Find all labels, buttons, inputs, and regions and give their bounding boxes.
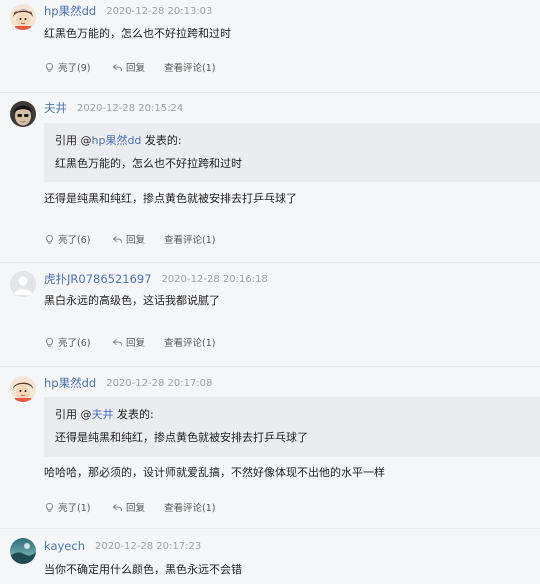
avatar-cartoon-icon [10,376,36,402]
like-count-label: 亮了(6) [58,235,91,246]
avatar[interactable] [10,376,36,402]
quote-text: 还得是纯黑和纯红，掺点黄色就被安排去打乒乓球了 [55,431,308,444]
view-comments-link[interactable]: 查看评论(1) [164,60,215,74]
reply-button[interactable]: 回复 [112,335,164,349]
view-comments-link[interactable]: 查看评论(1) [164,500,215,514]
avatar[interactable] [10,538,36,564]
reply-button[interactable]: 回复 [112,60,164,74]
comment-meta: hp果然dd 2020-12-28 20:13:03 [44,3,212,19]
comment-text: 红黑色万能的，怎么也不好拉跨和过时 [44,27,231,40]
avatar-photo-icon [10,101,36,127]
quote-suffix: 发表的: [141,134,182,147]
quote-block: 引用 @hp果然dd 发表的: 红黑色万能的，怎么也不好拉跨和过时 [44,123,540,182]
author-name[interactable]: 虎扑JR0786521697 [44,271,152,287]
comment-item: kayech 2020-12-28 20:17:23 当你不确定用什么颜色，黑色… [0,529,540,584]
author-name[interactable]: hp果然dd [44,3,96,19]
quote-user-link[interactable]: hp果然dd [92,134,142,147]
comment-item: hp果然dd 2020-12-28 20:13:03 红黑色万能的，怎么也不好拉… [0,0,540,93]
comment-meta: hp果然dd 2020-12-28 20:17:08 [44,375,212,391]
reply-button[interactable]: 回复 [112,232,164,246]
reply-arrow-icon [112,338,123,346]
quote-text: 红黑色万能的，怎么也不好拉跨和过时 [55,157,242,170]
quote-prefix: 引用 @ [55,134,92,147]
comment-actions: 亮了(6) 回复 查看评论(1) [44,231,215,247]
quote-header: 引用 @hp果然dd 发表的: [55,133,182,149]
reply-label: 回复 [126,235,146,246]
view-comments-link[interactable]: 查看评论(1) [164,232,215,246]
comment-meta: 夫井 2020-12-28 20:15:24 [44,100,183,116]
comment-actions: 亮了(9) 回复 查看评论(1) [44,59,215,75]
reply-arrow-icon [112,503,123,511]
lightbulb-icon [46,62,53,72]
quote-suffix: 发表的: [113,408,154,421]
comment-text: 黑白永远的高级色，这话我都说腻了 [44,294,220,307]
reply-label: 回复 [126,503,146,514]
timestamp: 2020-12-28 20:13:03 [106,5,213,17]
like-button[interactable]: 亮了(9) [44,60,112,74]
comment-item: hp果然dd 2020-12-28 20:17:08 引用 @夫井 发表的: 还… [0,367,540,529]
lightbulb-icon [46,337,53,347]
quote-prefix: 引用 @ [55,408,92,421]
comment-item: 虎扑JR0786521697 2020-12-28 20:16:18 黑白永远的… [0,263,540,367]
like-count-label: 亮了(1) [58,503,91,514]
quote-header: 引用 @夫井 发表的: [55,407,154,423]
avatar[interactable] [10,271,36,297]
comment-item: 夫井 2020-12-28 20:15:24 引用 @hp果然dd 发表的: 红… [0,93,540,263]
comment-meta: 虎扑JR0786521697 2020-12-28 20:16:18 [44,271,268,287]
author-name[interactable]: kayech [44,539,85,553]
like-button[interactable]: 亮了(6) [44,232,112,246]
quote-block: 引用 @夫井 发表的: 还得是纯黑和纯红，掺点黄色就被安排去打乒乓球了 [44,397,540,457]
comment-meta: kayech 2020-12-28 20:17:23 [44,538,201,554]
lightbulb-icon [46,234,53,244]
timestamp: 2020-12-28 20:16:18 [161,273,268,285]
timestamp: 2020-12-28 20:17:23 [95,540,202,552]
author-name[interactable]: 夫井 [44,100,67,116]
like-button[interactable]: 亮了(6) [44,335,112,349]
comment-text: 当你不确定用什么颜色，黑色永远不会错 [44,563,242,576]
like-button[interactable]: 亮了(1) [44,500,112,514]
reply-button[interactable]: 回复 [112,500,164,514]
timestamp: 2020-12-28 20:17:08 [106,377,213,389]
avatar[interactable] [10,101,36,127]
comment-thread: hp果然dd 2020-12-28 20:13:03 红黑色万能的，怎么也不好拉… [0,0,540,584]
quote-user-link[interactable]: 夫井 [92,408,114,421]
like-count-label: 亮了(6) [58,338,91,349]
reply-label: 回复 [126,338,146,349]
comment-text: 还得是纯黑和纯红，掺点黄色就被安排去打乒乓球了 [44,192,297,205]
comment-actions: 亮了(1) 回复 查看评论(1) [44,499,215,515]
timestamp: 2020-12-28 20:15:24 [77,102,184,114]
comment-text: 哈哈哈，那必须的，设计师就爱乱搞，不然好像体现不出他的水平一样 [44,466,385,479]
comment-actions: 亮了(6) 回复 查看评论(1) [44,334,215,350]
reply-arrow-icon [112,63,123,71]
avatar-cartoon-icon [10,4,36,30]
reply-arrow-icon [112,235,123,243]
view-comments-link[interactable]: 查看评论(1) [164,335,215,349]
author-name[interactable]: hp果然dd [44,375,96,391]
avatar-landscape-icon [10,538,36,564]
avatar[interactable] [10,4,36,30]
lightbulb-icon [46,502,53,512]
reply-label: 回复 [126,63,146,74]
default-user-icon [10,271,36,297]
like-count-label: 亮了(9) [58,63,91,74]
